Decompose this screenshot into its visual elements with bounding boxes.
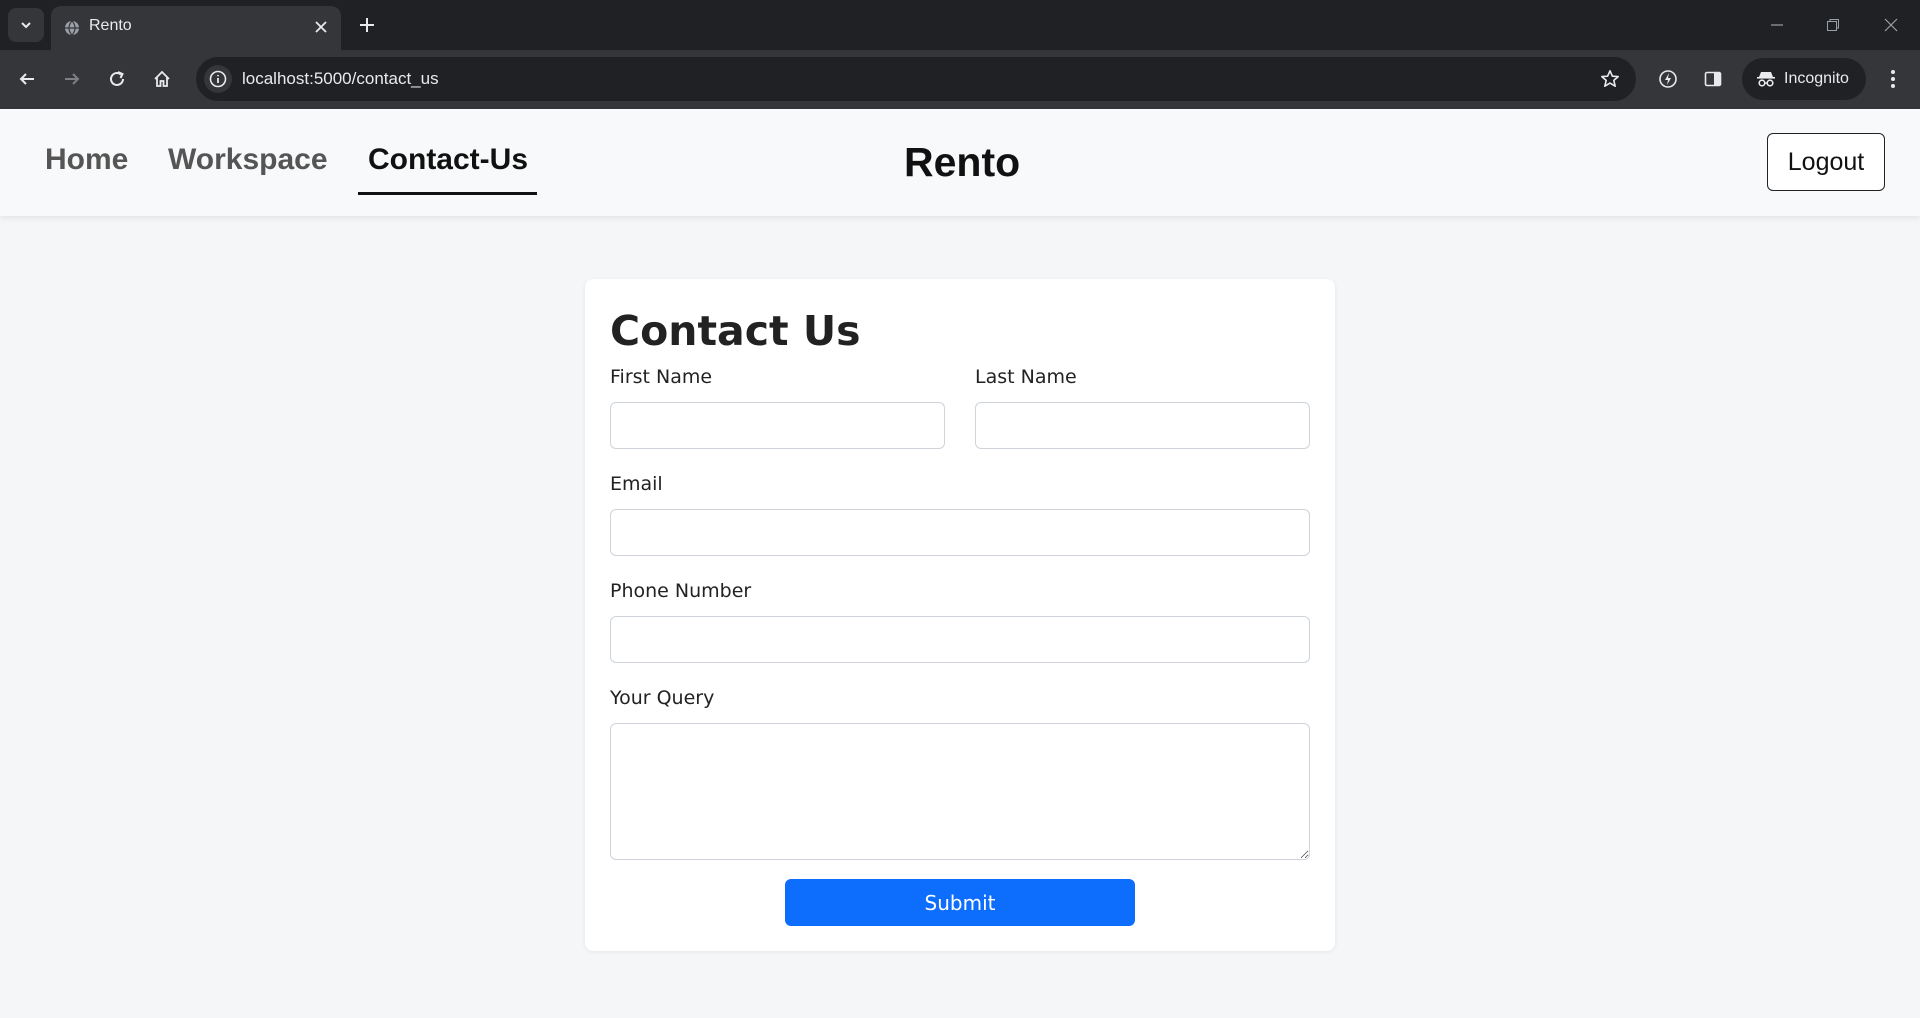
new-tab-button[interactable] (352, 10, 382, 40)
incognito-indicator[interactable]: Incognito (1742, 58, 1866, 100)
form-title: Contact Us (610, 307, 861, 355)
first-name-input[interactable] (610, 402, 945, 449)
minimize-icon (1771, 24, 1783, 26)
active-nav-underline (358, 192, 537, 195)
nav-link-contact-us[interactable]: Contact-Us (368, 143, 528, 177)
email-input[interactable] (610, 509, 1310, 556)
logout-button[interactable]: Logout (1767, 133, 1885, 191)
side-panel-button[interactable] (1696, 62, 1730, 96)
close-icon (315, 21, 327, 33)
site-info-button[interactable] (204, 65, 232, 93)
kebab-menu-icon (1891, 70, 1895, 88)
arrow-right-icon (65, 73, 80, 85)
back-button[interactable] (10, 62, 44, 96)
reload-button[interactable] (100, 62, 134, 96)
nav-link-home[interactable]: Home (45, 143, 128, 177)
query-textarea[interactable] (610, 723, 1310, 860)
forward-button[interactable] (55, 62, 89, 96)
side-panel-icon (1704, 71, 1722, 87)
submit-button[interactable]: Submit (785, 879, 1135, 926)
bookmark-button[interactable] (1598, 67, 1622, 91)
minimize-button[interactable] (1762, 10, 1792, 40)
restore-button[interactable] (1818, 10, 1848, 40)
star-icon (1601, 70, 1619, 87)
info-icon (209, 70, 227, 88)
address-bar[interactable]: localhost:5000/contact_us (196, 57, 1636, 101)
brand-title: Rento (904, 139, 1021, 185)
close-window-button[interactable] (1876, 10, 1906, 40)
query-label: Your Query (610, 687, 715, 709)
arrow-left-icon (19, 73, 34, 85)
nav-link-workspace[interactable]: Workspace (168, 143, 328, 177)
home-icon (154, 70, 170, 87)
contact-form-card: Contact Us First Name Last Name Email Ph… (585, 279, 1335, 951)
last-name-label: Last Name (975, 366, 1077, 388)
phone-label: Phone Number (610, 580, 752, 602)
url-text[interactable]: localhost:5000/contact_us (242, 69, 439, 89)
speed-icon (1659, 70, 1677, 88)
browser-tabstrip: Rento (0, 0, 1920, 50)
first-name-label: First Name (610, 366, 713, 388)
browser-tab[interactable]: Rento (51, 6, 341, 50)
globe-icon (65, 20, 79, 36)
reload-icon (110, 71, 124, 86)
incognito-label: Incognito (1784, 70, 1849, 87)
close-tab-button[interactable] (311, 17, 331, 37)
incognito-icon (1757, 72, 1775, 87)
browser-menu-button[interactable] (1876, 62, 1910, 96)
home-button[interactable] (145, 62, 179, 96)
restore-icon (1827, 19, 1839, 31)
performance-button[interactable] (1651, 62, 1685, 96)
tab-title: Rento (89, 17, 132, 34)
browser-toolbar: localhost:5000/contact_us Incognito (0, 50, 1920, 109)
tab-search-button[interactable] (8, 8, 44, 42)
email-label: Email (610, 473, 663, 495)
close-icon (1884, 18, 1898, 32)
plus-icon (360, 18, 374, 32)
phone-input[interactable] (610, 616, 1310, 663)
last-name-input[interactable] (975, 402, 1310, 449)
chevron-down-icon (21, 22, 31, 29)
site-navbar: Home Workspace Contact-Us Rento Logout (0, 109, 1920, 216)
